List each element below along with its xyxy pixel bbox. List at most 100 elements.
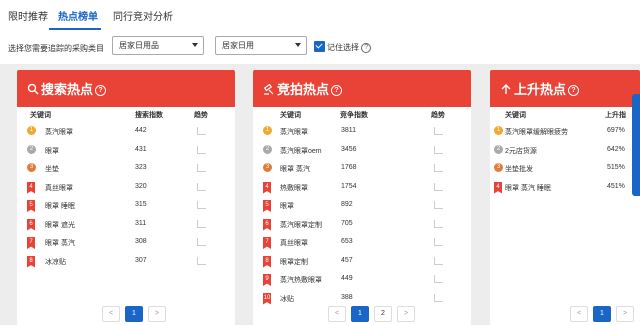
- tab-hot-list[interactable]: 热点榜单: [58, 8, 98, 23]
- table-row[interactable]: 8 眼罩定制 457: [253, 255, 471, 271]
- panel-search-hot: 搜索热点? 关键词 搜索指数 趋势 1 蒸汽眼罩 442 2 眼罩 431 3 坐垫 323 4 真…: [17, 70, 235, 325]
- rank-flag-icon: 5: [263, 200, 271, 212]
- next-page-button[interactable]: >: [616, 306, 634, 322]
- table-row[interactable]: 2 2元店货源 642%: [490, 144, 640, 160]
- search-icon: [27, 83, 39, 95]
- page-1-button[interactable]: 1: [125, 306, 143, 322]
- col-trend: 趋势: [194, 112, 208, 119]
- table-row[interactable]: 3 坐垫批发 515%: [490, 163, 640, 178]
- index-cell: 442: [135, 127, 147, 134]
- table-row[interactable]: 1 蒸汽眼罩缓解眼疲劳 697%: [490, 126, 640, 141]
- table-row[interactable]: 7 真丝眼罩 653: [253, 237, 471, 252]
- keyword-cell[interactable]: 眼罩 蒸汽: [45, 238, 75, 248]
- table-row[interactable]: 3 眼罩 蒸汽 1768: [253, 163, 471, 178]
- chevron-down-icon: [192, 43, 198, 47]
- table-row[interactable]: 1 蒸汽眼罩 442: [17, 126, 235, 141]
- rank-medal-icon: 3: [263, 163, 272, 172]
- col-keyword: 关键词: [505, 112, 526, 119]
- keyword-cell[interactable]: 坐垫: [45, 164, 59, 174]
- table-row[interactable]: 4 热敷眼罩 1754: [253, 181, 471, 197]
- keyword-cell[interactable]: 眼罩 蒸汽: [280, 164, 310, 174]
- next-page-button[interactable]: >: [397, 306, 415, 322]
- keyword-cell[interactable]: 真丝眼罩: [280, 238, 308, 248]
- page-2-button[interactable]: 2: [374, 306, 392, 322]
- table-row[interactable]: 1 蒸汽眼罩 3811: [253, 126, 471, 141]
- trend-chart-icon[interactable]: [197, 182, 206, 191]
- prev-page-button[interactable]: <: [102, 306, 120, 322]
- trend-chart-icon[interactable]: [197, 164, 206, 172]
- prev-page-button[interactable]: <: [570, 306, 588, 322]
- help-icon[interactable]: ?: [361, 42, 372, 53]
- gavel-icon: [263, 83, 274, 95]
- page-1-button[interactable]: 1: [593, 306, 611, 322]
- rank-medal-icon: 2: [263, 144, 272, 154]
- help-icon[interactable]: ?: [95, 85, 107, 97]
- trend-chart-icon[interactable]: [434, 182, 443, 191]
- help-icon[interactable]: ?: [568, 85, 580, 97]
- index-cell: 515%: [607, 164, 625, 171]
- trend-chart-icon[interactable]: [434, 256, 443, 265]
- index-cell: 431: [135, 145, 147, 153]
- table-row[interactable]: 6 蒸汽眼罩定制 705: [253, 218, 471, 234]
- table-row[interactable]: 7 眼罩 蒸汽 308: [17, 237, 235, 252]
- keyword-cell[interactable]: 热敷眼罩: [280, 183, 308, 193]
- keyword-cell[interactable]: 眼罩 睡眠: [45, 201, 75, 211]
- keyword-cell[interactable]: 冰贴: [280, 294, 294, 304]
- keyword-cell[interactable]: 坐垫批发: [505, 164, 533, 174]
- trend-chart-icon[interactable]: [197, 127, 206, 135]
- category-select-1[interactable]: 居家日用品: [112, 36, 204, 55]
- rank-flag-icon: 6: [263, 218, 271, 231]
- table-row[interactable]: 3 坐垫 323: [17, 163, 235, 178]
- prev-page-button[interactable]: <: [328, 306, 346, 322]
- keyword-cell[interactable]: 蒸汽眼罩: [280, 127, 308, 137]
- trend-chart-icon[interactable]: [434, 238, 443, 246]
- keyword-cell[interactable]: 眼罩: [280, 201, 294, 211]
- index-cell: 3811: [341, 127, 357, 134]
- active-tab-indicator: [49, 28, 101, 30]
- keyword-cell[interactable]: 眼罩 蒸汽 睡眠: [505, 183, 551, 193]
- trend-chart-icon[interactable]: [197, 219, 206, 228]
- keyword-cell[interactable]: 蒸汽眼罩oem: [280, 146, 322, 156]
- help-icon[interactable]: ?: [331, 85, 343, 97]
- trend-chart-icon[interactable]: [197, 256, 206, 265]
- tab-limited-recommend[interactable]: 限时推荐: [8, 8, 48, 23]
- trend-chart-icon[interactable]: [434, 164, 443, 172]
- page-1-button[interactable]: 1: [351, 306, 369, 322]
- side-float-tab[interactable]: [632, 94, 640, 196]
- next-page-button[interactable]: >: [148, 306, 166, 322]
- trend-chart-icon[interactable]: [434, 219, 443, 228]
- table-row[interactable]: 2 蒸汽眼罩oem 3456: [253, 144, 471, 160]
- trend-chart-icon[interactable]: [197, 201, 206, 209]
- trend-chart-icon[interactable]: [434, 145, 443, 154]
- keyword-cell[interactable]: 眼罩: [45, 146, 59, 156]
- trend-chart-icon[interactable]: [434, 201, 443, 209]
- rank-flag-icon: 7: [263, 237, 271, 249]
- table-row[interactable]: 2 眼罩 431: [17, 144, 235, 160]
- table-row[interactable]: 4 眼罩 蒸汽 睡眠 451%: [490, 181, 640, 197]
- keyword-cell[interactable]: 眼罩定制: [280, 257, 308, 267]
- keyword-cell[interactable]: 蒸汽眼罩: [45, 127, 73, 137]
- trend-chart-icon[interactable]: [434, 127, 443, 135]
- table-row[interactable]: 5 眼罩 892: [253, 200, 471, 215]
- col-index: 竞争指数: [340, 112, 368, 119]
- table-row[interactable]: 8 冰凉贴 307: [17, 255, 235, 271]
- keyword-cell[interactable]: 蒸汽眼罩缓解眼疲劳: [505, 127, 568, 137]
- keyword-cell[interactable]: 蒸汽热敷眼罩: [280, 275, 322, 285]
- trend-chart-icon[interactable]: [197, 145, 206, 154]
- trend-chart-icon[interactable]: [434, 293, 443, 302]
- category-select-2[interactable]: 居家日用: [215, 36, 307, 55]
- remember-checkbox[interactable]: [314, 41, 325, 52]
- keyword-cell[interactable]: 真丝眼罩: [45, 183, 73, 193]
- keyword-cell[interactable]: 蒸汽眼罩定制: [280, 220, 322, 230]
- table-row[interactable]: 4 真丝眼罩 320: [17, 181, 235, 197]
- keyword-cell[interactable]: 2元店货源: [505, 146, 537, 156]
- table-row[interactable]: 6 眼罩 遮光 311: [17, 218, 235, 234]
- keyword-cell[interactable]: 眼罩 遮光: [45, 220, 75, 230]
- keyword-cell[interactable]: 冰凉贴: [45, 257, 66, 267]
- trend-chart-icon[interactable]: [197, 238, 206, 246]
- tab-competitor-analysis[interactable]: 同行竞对分析: [113, 8, 173, 23]
- trend-chart-icon[interactable]: [434, 275, 443, 283]
- rank-flag-icon: 5: [27, 200, 35, 212]
- table-row[interactable]: 5 眼罩 睡眠 315: [17, 200, 235, 215]
- table-row[interactable]: 9 蒸汽热敷眼罩 449: [253, 274, 471, 289]
